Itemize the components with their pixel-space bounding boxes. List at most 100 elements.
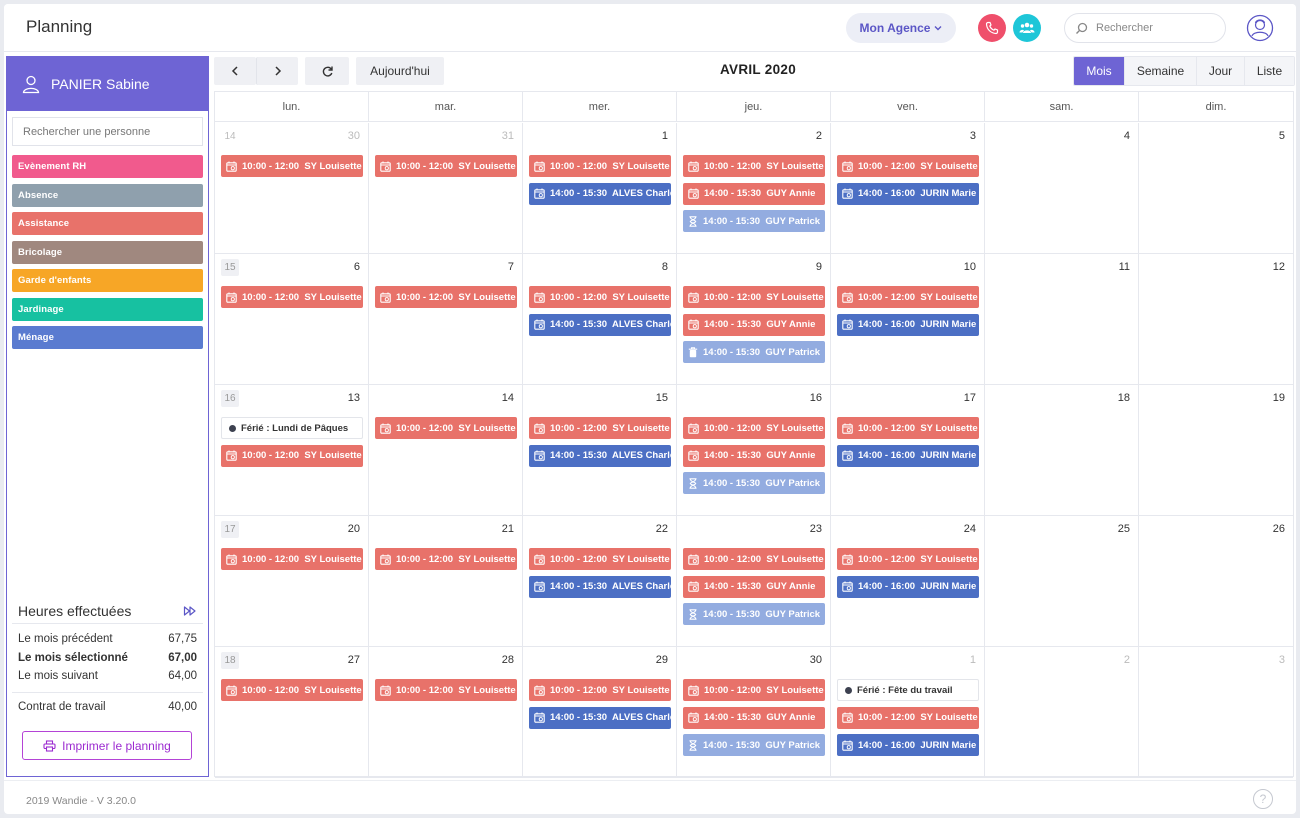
calendar-day-cell[interactable]: 17 20 10:00 - 12:00 SY Louisette	[215, 516, 369, 646]
calendar-day-cell[interactable]: 2 10:00 - 12:00 SY Louisette 14:00 - 15:30…	[677, 123, 831, 253]
calendar-day-cell[interactable]: 3 10:00 - 12:00 SY Louisette 14:00 - 16:00…	[831, 123, 985, 253]
prev-month-button[interactable]	[214, 57, 256, 85]
calendar-day-cell[interactable]: 17 10:00 - 12:00 SY Louisette 14:00 - 16:0…	[831, 385, 985, 515]
help-icon[interactable]: ?	[1253, 789, 1273, 809]
category-item[interactable]: Ménage	[12, 326, 203, 349]
appointment-event[interactable]: 10:00 - 12:00 SY Louisette	[221, 548, 363, 570]
global-search[interactable]	[1064, 13, 1226, 43]
next-month-button[interactable]	[256, 57, 298, 85]
category-item[interactable]: Evènement RH	[12, 155, 203, 178]
print-planning-button[interactable]: Imprimer le planning	[22, 731, 192, 760]
calendar-day-cell[interactable]: 4	[985, 123, 1139, 253]
appointment-event[interactable]: 14:00 - 15:30 ALVES Charles	[529, 313, 671, 336]
appointment-event[interactable]: 10:00 - 12:00 SY Louisette	[529, 679, 671, 701]
appointment-event[interactable]: 10:00 - 12:00 SY Louisette	[375, 417, 517, 439]
appointment-event[interactable]: 10:00 - 12:00 SY Louisette	[837, 286, 979, 308]
category-item[interactable]: Bricolage	[12, 240, 203, 264]
view-week-button[interactable]: Semaine	[1124, 57, 1196, 85]
appointment-event[interactable]: 14:00 - 16:00 JURIN Marie	[837, 734, 979, 756]
calendar-day-cell[interactable]: 2	[985, 647, 1139, 777]
user-avatar-icon[interactable]	[1246, 14, 1274, 42]
appointment-event[interactable]: 14:00 - 16:00 JURIN Marie	[837, 575, 979, 598]
category-item[interactable]: Assistance	[12, 212, 203, 235]
appointment-event[interactable]: 10:00 - 12:00 SY Louisette	[375, 548, 517, 570]
calendar-day-cell[interactable]: 23 10:00 - 12:00 SY Louisette 14:00 - 15:3…	[677, 516, 831, 646]
holiday-event[interactable]: Férié : Lundi de Pâques	[221, 417, 363, 439]
view-month-button[interactable]: Mois	[1074, 57, 1124, 85]
calendar-day-cell[interactable]: 18	[985, 385, 1139, 515]
calendar-day-cell[interactable]: 19	[1139, 385, 1293, 515]
appointment-event[interactable]: 10:00 - 12:00 SY Louisette	[529, 548, 671, 570]
appointment-event[interactable]: 10:00 - 12:00 SY Louisette	[837, 155, 979, 177]
appointment-event[interactable]: 10:00 - 12:00 SY Louisette	[529, 155, 671, 177]
appointment-event[interactable]: 14:00 - 15:30 ALVES Charles	[529, 575, 671, 598]
appointment-event[interactable]: 10:00 - 12:00 SY Louisette	[221, 444, 363, 467]
appointment-event[interactable]: 10:00 - 12:00 SY Louisette	[529, 286, 671, 308]
appointment-event[interactable]: 10:00 - 12:00 SY Louisette	[837, 417, 979, 439]
calendar-day-cell[interactable]: 15 10:00 - 12:00 SY Louisette 14:00 - 15:3…	[523, 385, 677, 515]
category-item[interactable]: Garde d'enfants	[12, 269, 203, 292]
calendar-day-cell[interactable]: 8 10:00 - 12:00 SY Louisette 14:00 - 15:30…	[523, 254, 677, 384]
appointment-event[interactable]: 14:00 - 15:30 GUY Patrick	[683, 210, 825, 232]
calendar-day-cell[interactable]: 28 10:00 - 12:00 SY Louisette	[369, 647, 523, 777]
calendar-day-cell[interactable]: 22 10:00 - 12:00 SY Louisette 14:00 - 15:3…	[523, 516, 677, 646]
appointment-event[interactable]: 14:00 - 15:30 ALVES Charles	[529, 182, 671, 205]
appointment-event[interactable]: 14:00 - 15:30 GUY Patrick	[683, 734, 825, 756]
phone-button[interactable]	[978, 14, 1006, 42]
category-item[interactable]: Jardinage	[12, 297, 203, 321]
appointment-event[interactable]: 10:00 - 12:00 SY Louisette	[683, 286, 825, 308]
calendar-day-cell[interactable]: 1 Férié : Fête du travail 10:00 - 12:00 SY…	[831, 647, 985, 777]
calendar-day-cell[interactable]: 1 10:00 - 12:00 SY Louisette 14:00 - 15:30…	[523, 123, 677, 253]
today-button[interactable]: Aujourd'hui	[356, 57, 444, 85]
holiday-event[interactable]: Férié : Fête du travail	[837, 679, 979, 701]
calendar-day-cell[interactable]: 26	[1139, 516, 1293, 646]
appointment-event[interactable]: 14:00 - 16:00 JURIN Marie	[837, 444, 979, 467]
appointment-event[interactable]: 14:00 - 15:30 GUY Annie	[683, 706, 825, 729]
appointment-event[interactable]: 10:00 - 12:00 SY Louisette	[375, 286, 517, 308]
calendar-day-cell[interactable]: 16 10:00 - 12:00 SY Louisette 14:00 - 15:3…	[677, 385, 831, 515]
calendar-day-cell[interactable]: 16 13 Férié : Lundi de Pâques 10:00 - 12:00…	[215, 385, 369, 515]
team-button[interactable]	[1013, 14, 1041, 42]
calendar-day-cell[interactable]: 25	[985, 516, 1139, 646]
appointment-event[interactable]: 14:00 - 15:30 GUY Annie	[683, 182, 825, 205]
appointment-event[interactable]: 14:00 - 15:30 GUY Patrick	[683, 603, 825, 625]
person-search-input[interactable]	[13, 118, 202, 145]
calendar-day-cell[interactable]: 29 10:00 - 12:00 SY Louisette 14:00 - 15:3…	[523, 647, 677, 777]
appointment-event[interactable]: 10:00 - 12:00 SY Louisette	[221, 679, 363, 701]
calendar-day-cell[interactable]: 7 10:00 - 12:00 SY Louisette	[369, 254, 523, 384]
appointment-event[interactable]: 14:00 - 15:30 GUY Annie	[683, 444, 825, 467]
agency-dropdown[interactable]: Mon Agence	[846, 13, 956, 43]
calendar-day-cell[interactable]: 12	[1139, 254, 1293, 384]
calendar-day-cell[interactable]: 18 27 10:00 - 12:00 SY Louisette	[215, 647, 369, 777]
appointment-event[interactable]: 10:00 - 12:00 SY Louisette	[683, 548, 825, 570]
appointment-event[interactable]: 10:00 - 12:00 SY Louisette	[375, 679, 517, 701]
appointment-event[interactable]: 10:00 - 12:00 SY Louisette	[837, 548, 979, 570]
calendar-day-cell[interactable]: 9 10:00 - 12:00 SY Louisette 14:00 - 15:30…	[677, 254, 831, 384]
appointment-event[interactable]: 14:00 - 15:30 ALVES Charles	[529, 706, 671, 729]
calendar-day-cell[interactable]: 14 30 10:00 - 12:00 SY Louisette	[215, 123, 369, 253]
calendar-day-cell[interactable]: 30 10:00 - 12:00 SY Louisette 14:00 - 15:3…	[677, 647, 831, 777]
appointment-event[interactable]: 10:00 - 12:00 SY Louisette	[683, 417, 825, 439]
view-day-button[interactable]: Jour	[1196, 57, 1244, 85]
global-search-input[interactable]	[1096, 22, 1216, 34]
calendar-day-cell[interactable]: 31 10:00 - 12:00 SY Louisette	[369, 123, 523, 253]
calendar-day-cell[interactable]: 14 10:00 - 12:00 SY Louisette	[369, 385, 523, 515]
view-list-button[interactable]: Liste	[1244, 57, 1294, 85]
person-search[interactable]	[12, 117, 203, 146]
calendar-day-cell[interactable]: 3	[1139, 647, 1293, 777]
appointment-event[interactable]: 14:00 - 15:30 GUY Annie	[683, 313, 825, 336]
appointment-event[interactable]: 10:00 - 12:00 SY Louisette	[221, 286, 363, 308]
calendar-day-cell[interactable]: 15 6 10:00 - 12:00 SY Louisette	[215, 254, 369, 384]
fast-forward-icon[interactable]	[183, 605, 197, 617]
appointment-event[interactable]: 10:00 - 12:00 SY Louisette	[837, 706, 979, 729]
category-item[interactable]: Absence	[12, 183, 203, 207]
refresh-button[interactable]	[305, 57, 349, 85]
calendar-day-cell[interactable]: 24 10:00 - 12:00 SY Louisette 14:00 - 16:0…	[831, 516, 985, 646]
appointment-event[interactable]: 10:00 - 12:00 SY Louisette	[375, 155, 517, 177]
calendar-day-cell[interactable]: 5	[1139, 123, 1293, 253]
calendar-day-cell[interactable]: 21 10:00 - 12:00 SY Louisette	[369, 516, 523, 646]
appointment-event[interactable]: 14:00 - 15:30 ALVES Charles	[529, 444, 671, 467]
appointment-event[interactable]: 10:00 - 12:00 SY Louisette	[221, 155, 363, 177]
appointment-event[interactable]: 14:00 - 16:00 JURIN Marie	[837, 313, 979, 336]
appointment-event[interactable]: 14:00 - 15:30 GUY Patrick	[683, 341, 825, 363]
